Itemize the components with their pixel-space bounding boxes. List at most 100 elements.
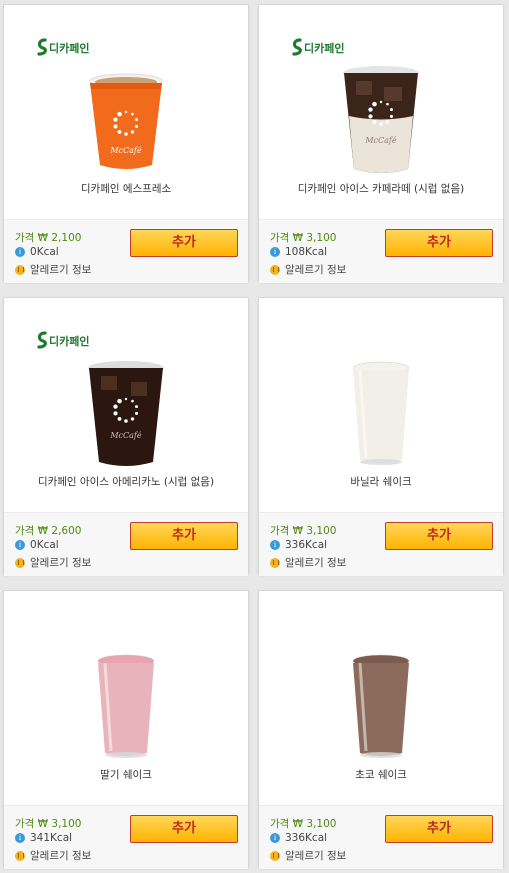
add-button[interactable]: 추가 bbox=[130, 815, 238, 843]
kcal-value: 336 bbox=[285, 832, 306, 844]
allergy-info-link[interactable]: 알레르기 정보 bbox=[15, 262, 91, 277]
product-visual-area[interactable]: 디카페인 McCafé 디카페인 에스프레소 bbox=[4, 5, 248, 219]
price-prefix: 가격 ₩ bbox=[15, 525, 52, 537]
add-button[interactable]: 추가 bbox=[385, 815, 493, 843]
allergy-icon bbox=[15, 850, 25, 861]
info-icon: i bbox=[270, 540, 280, 550]
allergy-icon bbox=[270, 850, 280, 861]
product-footer: 가격 ₩ 3,100 i 336 Kcal 알레르기 정보 추가 bbox=[259, 805, 503, 869]
hot-orange-cup-image: McCafé bbox=[89, 73, 163, 169]
price-value: 3,100 bbox=[306, 232, 337, 244]
product-name: 딸기 쉐이크 bbox=[100, 769, 152, 781]
product-card[interactable]: 딸기 쉐이크가격 ₩ 3,100 i 341 Kcal 알레르기 정보 추가 bbox=[3, 590, 249, 869]
info-icon: i bbox=[270, 247, 280, 257]
product-card[interactable]: 디카페인 McCafé 디카페인 에스프레소 가격 ₩ 2,100 i 0 Kcal 알레르… bbox=[3, 4, 249, 283]
product-price: 가격 ₩ 2,100 bbox=[15, 230, 81, 245]
calorie-row: i0 Kcal bbox=[15, 539, 59, 551]
product-card[interactable]: 초코 쉐이크가격 ₩ 3,100 i 336 Kcal 알레르기 정보 추가 bbox=[258, 590, 504, 869]
svg-text:McCafé: McCafé bbox=[109, 431, 142, 440]
svg-text:디카페인: 디카페인 bbox=[304, 41, 344, 55]
decaf-logo-icon: 디카페인 bbox=[37, 38, 89, 56]
product-price: 가격 ₩ 2,600 bbox=[15, 523, 81, 538]
allergy-info-link[interactable]: 알레르기 정보 bbox=[270, 848, 346, 863]
allergy-info-link[interactable]: 알레르기 정보 bbox=[15, 555, 91, 570]
product-name: 초코 쉐이크 bbox=[355, 769, 407, 781]
decaf-logo-icon: 디카페인 bbox=[37, 331, 89, 349]
vanilla-shake-image bbox=[352, 361, 410, 465]
calorie-row: i0 Kcal bbox=[15, 246, 59, 258]
price-value: 3,100 bbox=[51, 818, 82, 830]
add-button[interactable]: 추가 bbox=[130, 229, 238, 257]
info-icon: i bbox=[270, 833, 280, 843]
product-visual-area[interactable]: 딸기 쉐이크 bbox=[4, 591, 248, 805]
calorie-row: i 341 Kcal bbox=[15, 832, 72, 844]
kcal-unit: Kcal bbox=[305, 539, 328, 551]
product-footer: 가격 ₩ 2,100 i 0 Kcal 알레르기 정보 추가 bbox=[4, 219, 248, 283]
allergy-icon bbox=[15, 264, 25, 275]
price-value: 2,600 bbox=[51, 525, 82, 537]
info-icon: i bbox=[15, 247, 25, 257]
kcal-value: 0 bbox=[30, 539, 37, 551]
product-footer: 가격 ₩ 3,100 i 341 Kcal 알레르기 정보 추가 bbox=[4, 805, 248, 869]
svg-text:McCafé: McCafé bbox=[109, 146, 142, 155]
kcal-value: 341 bbox=[30, 832, 51, 844]
product-name: 바닐라 쉐이크 bbox=[350, 476, 412, 488]
kcal-unit: Kcal bbox=[36, 539, 59, 551]
price-prefix: 가격 ₩ bbox=[15, 232, 52, 244]
allergy-label: 알레르기 정보 bbox=[285, 264, 347, 276]
calorie-row: i 336 Kcal bbox=[270, 539, 327, 551]
add-button[interactable]: 추가 bbox=[385, 522, 493, 550]
svg-text:디카페인: 디카페인 bbox=[49, 334, 89, 348]
price-value: 2,100 bbox=[51, 232, 82, 244]
price-prefix: 가격 ₩ bbox=[270, 818, 307, 830]
calorie-row: i 108 Kcal bbox=[270, 246, 327, 258]
product-name: 디카페인 아이스 카페라떼 (시럽 없음) bbox=[297, 183, 465, 195]
product-price: 가격 ₩ 3,100 bbox=[270, 816, 336, 831]
allergy-icon bbox=[15, 557, 25, 568]
info-icon: i bbox=[15, 833, 25, 843]
allergy-info-link[interactable]: 알레르기 정보 bbox=[270, 555, 346, 570]
allergy-label: 알레르기 정보 bbox=[30, 850, 92, 862]
product-name: 디카페인 에스프레소 bbox=[80, 183, 172, 195]
kcal-unit: Kcal bbox=[50, 832, 73, 844]
price-prefix: 가격 ₩ bbox=[15, 818, 52, 830]
product-card[interactable]: 디카페인 McCafé 디카페인 아이스 카페라떼 (시럽 없음) 가격 ₩ 3,10… bbox=[258, 4, 504, 283]
kcal-value: 336 bbox=[285, 539, 306, 551]
price-prefix: 가격 ₩ bbox=[270, 525, 307, 537]
product-card[interactable]: 바닐라 쉐이크가격 ₩ 3,100 i 336 Kcal 알레르기 정보 추가 bbox=[258, 297, 504, 576]
calorie-row: i 336 Kcal bbox=[270, 832, 327, 844]
price-prefix: 가격 ₩ bbox=[270, 232, 307, 244]
allergy-icon bbox=[270, 264, 280, 275]
product-visual-area[interactable]: 디카페인 McCafé 디카페인 아이스 아메리카노 (시럽 없음) bbox=[4, 298, 248, 512]
product-card[interactable]: 디카페인 McCafé 디카페인 아이스 아메리카노 (시럽 없음) 가격 ₩ 2,6… bbox=[3, 297, 249, 576]
allergy-icon bbox=[270, 557, 280, 568]
product-footer: 가격 ₩ 2,600 i 0 Kcal 알레르기 정보 추가 bbox=[4, 512, 248, 576]
svg-text:McCafé: McCafé bbox=[364, 136, 397, 145]
kcal-value: 108 bbox=[285, 246, 306, 258]
allergy-info-link[interactable]: 알레르기 정보 bbox=[15, 848, 91, 863]
kcal-unit: Kcal bbox=[305, 832, 328, 844]
strawberry-shake-image bbox=[97, 654, 155, 758]
add-button[interactable]: 추가 bbox=[130, 522, 238, 550]
product-price: 가격 ₩ 3,100 bbox=[270, 523, 336, 538]
allergy-label: 알레르기 정보 bbox=[30, 557, 92, 569]
allergy-label: 알레르기 정보 bbox=[285, 557, 347, 569]
allergy-info-link[interactable]: 알레르기 정보 bbox=[270, 262, 346, 277]
iced-americano-image: McCafé bbox=[88, 361, 164, 466]
price-value: 3,100 bbox=[306, 818, 337, 830]
svg-text:디카페인: 디카페인 bbox=[49, 41, 89, 55]
chocolate-shake-image bbox=[352, 654, 410, 758]
product-footer: 가격 ₩ 3,100 i 336 Kcal 알레르기 정보 추가 bbox=[259, 512, 503, 576]
kcal-unit: Kcal bbox=[305, 246, 328, 258]
product-price: 가격 ₩ 3,100 bbox=[15, 816, 81, 831]
product-visual-area[interactable]: 바닐라 쉐이크 bbox=[259, 298, 503, 512]
allergy-label: 알레르기 정보 bbox=[30, 264, 92, 276]
product-price: 가격 ₩ 3,100 bbox=[270, 230, 336, 245]
product-name: 디카페인 아이스 아메리카노 (시럽 없음) bbox=[37, 476, 215, 488]
info-icon: i bbox=[15, 540, 25, 550]
product-visual-area[interactable]: 디카페인 McCafé 디카페인 아이스 카페라떼 (시럽 없음) bbox=[259, 5, 503, 219]
decaf-logo-icon: 디카페인 bbox=[292, 38, 344, 56]
add-button[interactable]: 추가 bbox=[385, 229, 493, 257]
price-value: 3,100 bbox=[306, 525, 337, 537]
product-visual-area[interactable]: 초코 쉐이크 bbox=[259, 591, 503, 805]
